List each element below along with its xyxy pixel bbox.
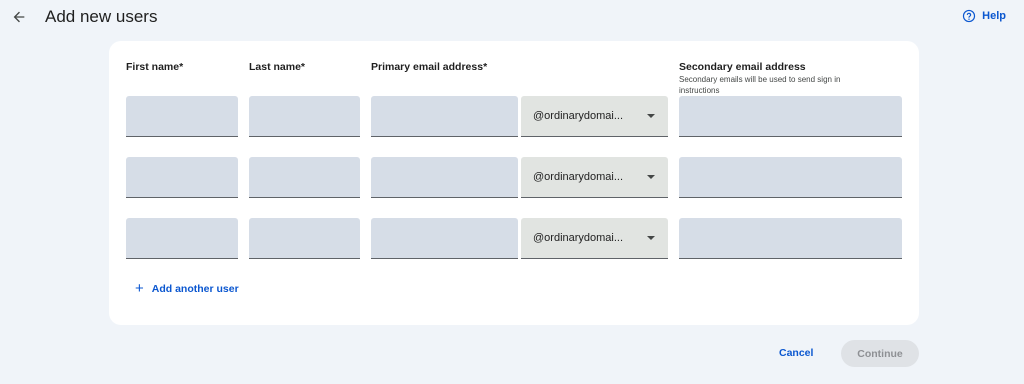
domain-select-value: @ordinarydomai... [533,232,624,244]
first-name-header: First name* [126,61,184,73]
last-name-header: Last name* [249,61,306,73]
page-title: Add new users [45,7,158,26]
secondary-email-header: Secondary email address [679,61,806,73]
back-button[interactable] [8,6,30,28]
primary-email-field[interactable] [371,157,518,198]
add-another-user-button[interactable]: + Add another user [135,280,239,297]
secondary-email-field[interactable] [679,218,902,259]
secondary-email-hint: Secondary emails will be used to send si… [679,75,841,95]
primary-email-field[interactable] [371,218,518,259]
primary-email-header: Primary email address* [371,61,488,73]
secondary-email-field[interactable] [679,157,902,198]
domain-select[interactable]: @ordinarydomai... [521,218,668,259]
help-link[interactable]: Help [962,9,1006,23]
caret-down-icon [647,114,655,118]
first-name-field[interactable] [126,218,238,259]
domain-select-value: @ordinarydomai... [533,110,624,122]
help-circle-icon [963,9,976,23]
cancel-button[interactable]: Cancel [779,347,813,359]
secondary-email-field[interactable] [679,96,902,137]
caret-down-icon [647,236,655,240]
last-name-field[interactable] [249,96,360,137]
help-label: Help [982,10,1006,22]
arrow-back-icon [13,11,25,23]
first-name-field[interactable] [126,157,238,198]
add-another-user-label: Add another user [151,283,239,295]
add-users-form-card: First name* Last name* Primary email add… [109,41,919,325]
domain-select-value: @ordinarydomai... [533,171,624,183]
first-name-field[interactable] [126,96,238,137]
domain-select[interactable]: @ordinarydomai... [521,96,668,137]
plus-icon: + [135,280,144,297]
add-users-page: Add new users Help First name* Last name… [0,0,1024,384]
domain-select[interactable]: @ordinarydomai... [521,157,668,198]
continue-button[interactable]: Continue [841,340,919,367]
last-name-field[interactable] [249,218,360,259]
caret-down-icon [647,175,655,179]
last-name-field[interactable] [249,157,360,198]
primary-email-field[interactable] [371,96,518,137]
